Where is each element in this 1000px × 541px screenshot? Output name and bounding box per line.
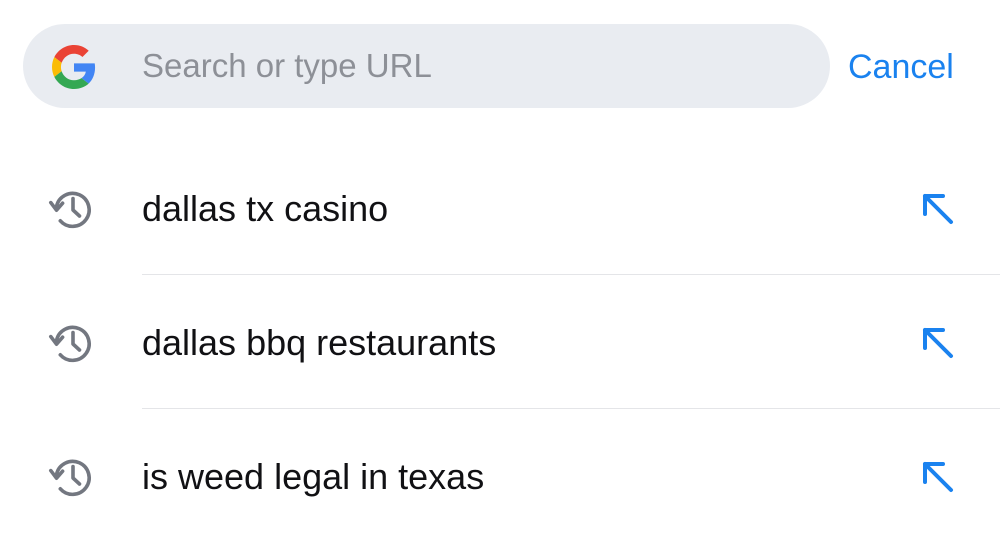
fill-search-arrow-icon[interactable] (918, 189, 958, 229)
history-icon (49, 191, 91, 229)
fill-search-arrow-icon[interactable] (918, 323, 958, 363)
history-icon (49, 459, 91, 497)
search-input[interactable] (142, 24, 802, 108)
cancel-button[interactable]: Cancel (848, 44, 954, 90)
suggestion-label: dallas bbq restaurants (142, 322, 497, 363)
suggestion-label: is weed legal in texas (142, 456, 485, 497)
list-item[interactable]: dallas bbq restaurants (0, 275, 1000, 409)
list-item[interactable]: is weed legal in texas (0, 409, 1000, 541)
search-screen: Cancel dallas tx casino dallas bbq resta… (0, 0, 1000, 541)
fill-search-arrow-icon[interactable] (918, 457, 958, 497)
google-g-icon (52, 45, 96, 89)
suggestion-list: dallas tx casino dallas bbq restaurants (0, 141, 1000, 541)
suggestion-label: dallas tx casino (142, 188, 389, 229)
list-item[interactable]: dallas tx casino (0, 141, 1000, 275)
history-icon (49, 325, 91, 363)
